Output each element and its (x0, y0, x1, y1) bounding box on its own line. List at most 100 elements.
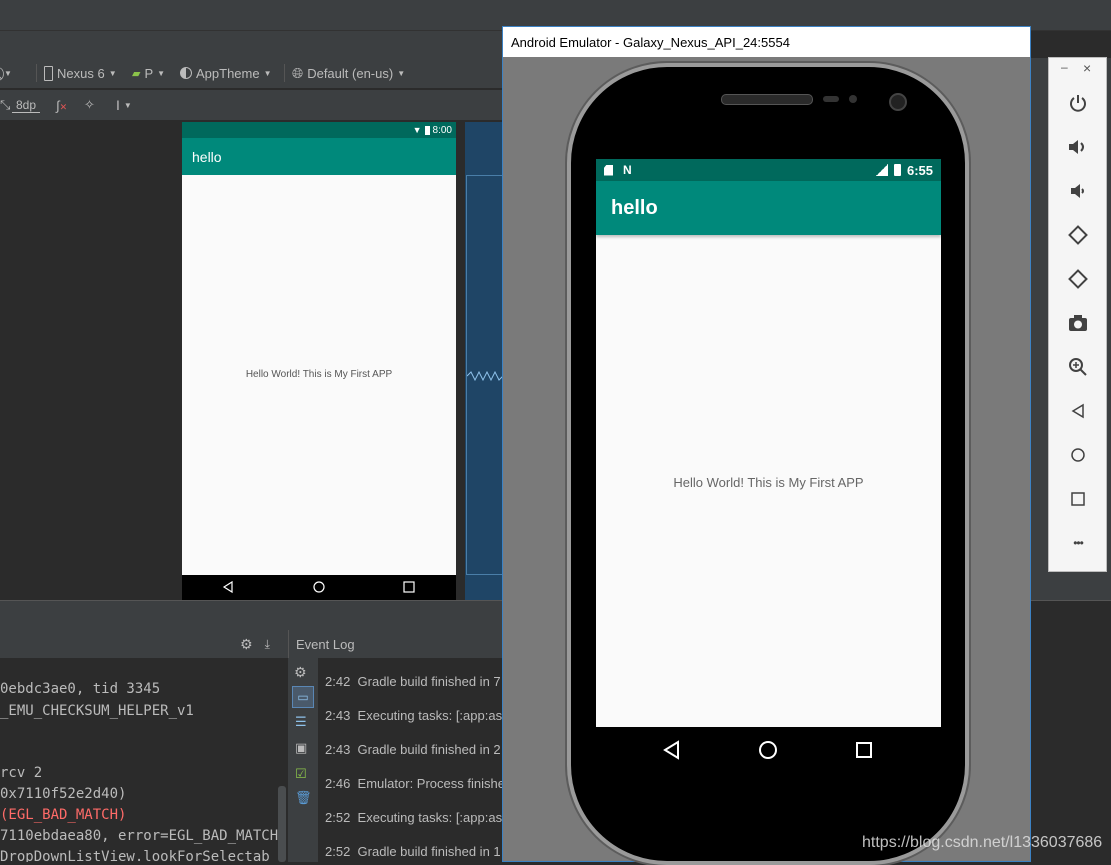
event-time: 2:52 (325, 844, 351, 859)
log-scrollbar[interactable] (278, 786, 286, 862)
back-button[interactable] (1061, 394, 1095, 428)
design-preview[interactable]: ▼ 8:00 hello Hello World! This is My Fir… (182, 122, 456, 600)
speaker-grille (721, 94, 813, 105)
log-line-error: (EGL_BAD_MATCH) (0, 807, 127, 823)
log-line: _EMU_CHECKSUM_HELPER_v1 (0, 703, 194, 719)
emulator-title: Android Emulator - Galaxy_Nexus_API_24:5… (511, 34, 790, 50)
event-text: Executing tasks: [:app:ass (357, 810, 509, 825)
android-icon: ▰ (132, 67, 141, 80)
filter-icon[interactable]: ☰ (295, 714, 307, 730)
align-button[interactable]: I ▼ (116, 90, 132, 120)
emulator-screen[interactable]: N 6:55 hello Hello World! This is My Fir… (596, 159, 941, 771)
event-text: Executing tasks: [:app:ass (357, 708, 509, 723)
screenshot-button[interactable] (1061, 306, 1095, 340)
device-selector[interactable]: Nexus 6 ▼ (44, 58, 117, 88)
mark-read-icon[interactable]: ▣ (295, 740, 307, 756)
theme-label: AppTheme (196, 65, 260, 81)
recents-icon[interactable] (856, 742, 872, 758)
clear-icon: ∫✕ (56, 97, 68, 113)
event-log-title: Event Log (296, 636, 355, 652)
more-button[interactable]: ••• (1061, 526, 1095, 560)
ide-tab-strip (0, 31, 510, 59)
check-icon[interactable]: ☑ (295, 766, 307, 782)
splitter[interactable] (0, 600, 510, 631)
n-icon: N (623, 163, 632, 177)
event-entry[interactable]: 2:42 Gradle build finished in 7 (325, 674, 501, 689)
ide-right-bottom (1031, 600, 1111, 863)
balloon-icon[interactable]: ▭ (292, 686, 314, 708)
event-entry[interactable]: 2:52 Executing tasks: [:app:ass (325, 810, 509, 825)
rotate-right-icon (1068, 269, 1088, 289)
rotate-right-button[interactable] (1061, 262, 1095, 296)
event-entry[interactable]: 2:43 Executing tasks: [:app:ass (325, 708, 509, 723)
trash-icon[interactable]: 🗑︎ (295, 790, 312, 806)
back-icon (1071, 403, 1084, 419)
wand-icon: ⤡ (0, 97, 11, 112)
event-log-toolbar: ⚙ ▭ ☰ ▣ ☑ 🗑︎ (288, 658, 318, 862)
zoom-button[interactable] (1061, 350, 1095, 384)
power-button[interactable] (1061, 86, 1095, 120)
settings-icon[interactable]: ⚙ (294, 664, 307, 681)
power-icon (1070, 95, 1086, 112)
notification-icons: N (604, 163, 632, 177)
hello-text[interactable]: Hello World! This is My First APP (596, 475, 941, 490)
close-button[interactable]: × (1083, 60, 1091, 76)
gear-icon[interactable]: ⚙ (240, 636, 253, 653)
preview-hello-text[interactable]: Hello World! This is My First APP (182, 369, 456, 380)
status-time: 8:00 (432, 124, 452, 136)
default-margin-field[interactable]: 8dp (12, 90, 41, 120)
overview-icon (1071, 492, 1085, 506)
constraint-toolbar: ⤡ 8dp ∫✕ ✧ I ▼ (0, 89, 510, 120)
globe-icon: 🌐︎ (292, 64, 304, 81)
locale-label: Default (en-us) (307, 65, 394, 81)
log-header: ⚙ ⤓ Event Log (0, 630, 510, 659)
divider (284, 64, 285, 82)
autoconnect-icon[interactable]: ⤡ (0, 90, 10, 120)
app-title: hello (611, 196, 658, 219)
infer-constraints-icon[interactable]: ✧ (84, 90, 95, 120)
event-entry[interactable]: 2:43 Gradle build finished in 2 (325, 742, 501, 757)
orientation-button[interactable]: ⃠▼ (0, 58, 12, 88)
event-entry[interactable]: 2:46 Emulator: Process finishe (325, 776, 505, 791)
phone-icon (44, 65, 53, 81)
back-icon[interactable] (663, 740, 679, 760)
log-line: DropDownListView.lookForSelectab (0, 849, 270, 862)
camera-icon (1069, 315, 1087, 331)
logcat-output[interactable]: 0ebdc3ae0, tid 3345 _EMU_CHECKSUM_HELPER… (0, 658, 288, 862)
locale-selector[interactable]: 🌐︎ Default (en-us) ▼ (292, 58, 405, 88)
sd-card-icon (604, 164, 613, 176)
chevron-down-icon: ▼ (108, 68, 117, 78)
constraint-spring (467, 371, 504, 381)
layout-editor-toolbar: ⃠▼ Nexus 6 ▼ ▰ P ▼ AppTheme ▼ 🌐︎ Default… (0, 58, 510, 88)
volume-up-button[interactable] (1061, 130, 1095, 164)
blueprint-frame (466, 175, 506, 575)
volume-down-icon (1071, 184, 1084, 198)
clear-constraints-icon[interactable]: ∫✕ (56, 90, 67, 120)
overview-button[interactable] (1061, 482, 1095, 516)
api-selector[interactable]: ▰ P ▼ (132, 58, 165, 88)
chevron-down-icon: ▼ (157, 68, 166, 78)
theme-selector[interactable]: AppTheme ▼ (180, 58, 272, 88)
align-icon: I (116, 97, 120, 113)
status-bar: N 6:55 (596, 159, 941, 181)
front-camera (889, 93, 907, 111)
log-line: 7110ebdaea80, error=EGL_BAD_MATCH (0, 828, 279, 844)
event-log-list[interactable]: 2:42 Gradle build finished in 7 2:43 Exe… (318, 658, 518, 862)
emulator-title-bar[interactable]: Android Emulator - Galaxy_Nexus_API_24:5… (503, 27, 1030, 57)
home-icon[interactable] (759, 741, 777, 759)
hide-icon[interactable]: ⤓ (265, 637, 270, 652)
preview-app-title: hello (192, 148, 222, 165)
home-icon (1071, 448, 1085, 462)
event-time: 2:46 (325, 776, 351, 791)
home-button[interactable] (1061, 438, 1095, 472)
signal-icon (875, 164, 888, 176)
event-entry[interactable]: 2:52 Gradle build finished in 1 (325, 844, 501, 859)
event-time: 2:43 (325, 708, 351, 723)
volume-down-button[interactable] (1061, 174, 1095, 208)
minimize-button[interactable]: – (1061, 60, 1068, 74)
status-time: 6:55 (906, 162, 933, 178)
rotate-left-button[interactable] (1061, 218, 1095, 252)
nav-bar (596, 727, 941, 774)
chevron-down-icon: ▼ (397, 68, 406, 78)
emulator-window[interactable]: Android Emulator - Galaxy_Nexus_API_24:5… (502, 26, 1031, 865)
